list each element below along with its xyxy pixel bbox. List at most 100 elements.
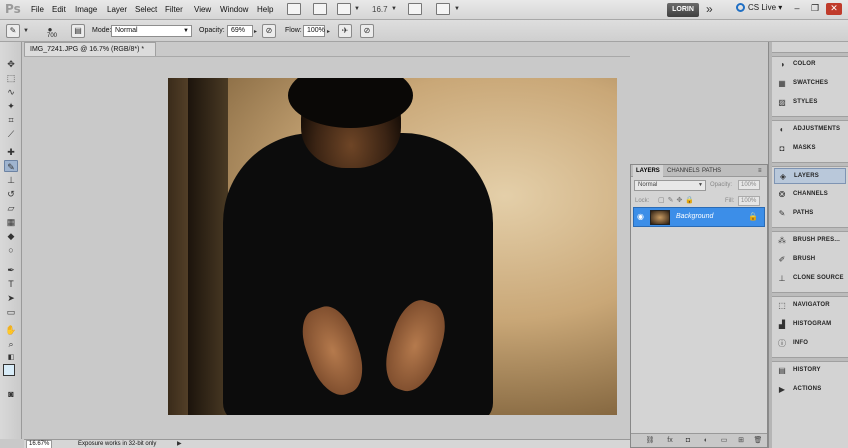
restore-icon[interactable]: ❐ [807,3,823,15]
flow-field[interactable]: 100% [303,25,325,37]
chevron-down-icon[interactable]: ▼ [454,6,460,12]
new-layer-icon[interactable]: ⊞ [736,436,746,446]
dock-item-layers[interactable]: ◈ LAYERS [774,168,846,184]
document-tab[interactable]: IMG_7241.JPG @ 16.7% (RGB/8*) * [24,42,156,56]
blur-tool-icon[interactable]: ◆ [4,230,18,242]
tablet-pressure-size-icon[interactable]: ⊘ [360,24,374,38]
dock-group-grip[interactable] [772,292,848,297]
cs-live-button[interactable]: CS Live ▾ [736,3,782,12]
add-mask-icon[interactable]: ◘ [683,436,693,446]
lasso-tool-icon[interactable]: ∿ [4,86,18,98]
eye-icon[interactable]: ◉ [637,213,647,221]
menu-image[interactable]: Image [75,5,97,14]
default-colors-icon[interactable]: ◧ [4,352,18,364]
adjustment-layer-icon[interactable]: ◐ [701,436,711,446]
crop-tool-icon[interactable]: ⌗ [4,114,18,126]
dock-group-grip[interactable] [772,227,848,232]
new-group-icon[interactable]: ▭ [719,436,729,446]
airbrush-icon[interactable]: ✈ [338,24,352,38]
menu-file[interactable]: File [31,5,44,14]
type-tool-icon[interactable]: T [4,278,18,290]
dock-item-masks[interactable]: ◘ MASKS [774,141,846,157]
dock-item-history[interactable]: ▤ HISTORY [774,363,846,379]
close-icon[interactable]: ✕ [826,3,842,15]
eyedropper-tool-icon[interactable]: ⟋ [4,128,18,140]
menu-help[interactable]: Help [257,5,273,14]
menu-edit[interactable]: Edit [52,5,66,14]
chevron-down-icon[interactable]: ▸ [327,28,330,35]
chevron-down-icon[interactable]: ▸ [254,28,257,35]
opacity-field[interactable]: 69% [227,25,253,37]
arrange-documents-icon[interactable] [436,3,450,15]
pen-tool-icon[interactable]: ✒ [4,264,18,276]
spot-healing-tool-icon[interactable]: ✚ [4,146,18,158]
trash-icon[interactable]: 🗑 [753,436,763,446]
path-selection-tool-icon[interactable]: ➤ [4,292,18,304]
layer-name[interactable]: Background [676,213,713,220]
fast-forward-icon[interactable]: » [706,2,713,16]
layer-opacity-field[interactable]: 100% [738,180,760,190]
dock-item-brush-presets[interactable]: ⁂ BRUSH PRES... [774,233,846,249]
menu-select[interactable]: Select [135,5,157,14]
clone-stamp-tool-icon[interactable]: ⊥ [4,174,18,186]
dock-item-color[interactable]: ◑ COLOR [774,57,846,73]
view-extras-icon[interactable] [337,3,351,15]
chevron-down-icon[interactable]: ▼ [23,28,29,34]
dock-item-channels[interactable]: ❂ CHANNELS [774,187,846,203]
marquee-tool-icon[interactable]: ⬚ [4,72,18,84]
menu-view[interactable]: View [194,5,211,14]
dock-item-actions[interactable]: ▶ ACTIONS [774,382,846,398]
status-menu-icon[interactable]: ▶ [177,440,182,447]
zoom-level[interactable]: 16.7 [372,5,388,14]
history-brush-tool-icon[interactable]: ↺ [4,188,18,200]
hand-tool-icon[interactable]: ✋ [4,324,18,336]
dock-item-styles[interactable]: ▨ STYLES [774,95,846,111]
gradient-tool-icon[interactable]: ▦ [4,216,18,228]
mini-bridge-icon[interactable] [313,3,327,15]
tab-channels[interactable]: CHANNELS [664,165,703,177]
eraser-tool-icon[interactable]: ▱ [4,202,18,214]
dock-item-clone-source[interactable]: ⊥ CLONE SOURCE [774,271,846,287]
blend-mode-select[interactable]: Normal ▼ [634,180,706,191]
layer-style-icon[interactable]: fx [665,436,675,446]
panel-menu-icon[interactable]: ≡ [755,165,765,177]
canvas-image[interactable] [168,78,617,415]
brush-tool-icon[interactable]: ✎ [4,160,18,172]
menu-layer[interactable]: Layer [107,5,127,14]
workspace-button[interactable]: LORIN [667,3,699,17]
hand-tool-icon[interactable] [408,3,422,15]
shape-tool-icon[interactable]: ▭ [4,306,18,318]
chevron-down-icon[interactable]: ▼ [354,6,360,12]
quick-selection-tool-icon[interactable]: ✦ [4,100,18,112]
dock-item-histogram[interactable]: ▟ HISTOGRAM [774,317,846,333]
tab-layers[interactable]: LAYERS [633,165,663,177]
minimize-icon[interactable]: – [789,3,805,15]
brush-panel-icon[interactable]: ▤ [71,24,85,38]
dock-group-grip[interactable] [772,116,848,121]
chevron-down-icon[interactable]: ▼ [391,6,397,12]
dock-item-swatches[interactable]: ▦ SWATCHES [774,76,846,92]
quick-mask-icon[interactable]: ◙ [4,388,18,400]
layer-row[interactable]: ◉ Background 🔒 [633,207,765,227]
mode-select[interactable]: Normal ▼ [111,25,192,37]
brush-tool-preset-icon[interactable]: ✎ [6,24,20,38]
dodge-tool-icon[interactable]: ○ [4,244,18,256]
foreground-color-swatch[interactable] [3,364,15,376]
dock-item-navigator[interactable]: ⬚ NAVIGATOR [774,298,846,314]
dock-item-paths[interactable]: ✎ PATHS [774,206,846,222]
dock-item-brush[interactable]: ✐ BRUSH [774,252,846,268]
bridge-icon[interactable] [287,3,301,15]
menu-window[interactable]: Window [220,5,248,14]
menu-filter[interactable]: Filter [165,5,183,14]
dock-item-info[interactable]: ⓘ INFO [774,336,846,352]
dock-item-adjustments[interactable]: ◐ ADJUSTMENTS [774,122,846,138]
zoom-tool-icon[interactable]: ⌕ [4,338,18,350]
tablet-pressure-opacity-icon[interactable]: ⊘ [262,24,276,38]
link-layers-icon[interactable]: ⛓ [645,436,655,446]
dock-group-grip[interactable] [772,357,848,362]
status-zoom-field[interactable]: 16.67% [26,440,52,448]
fill-field[interactable]: 100% [738,196,760,206]
tab-paths[interactable]: PATHS [699,165,724,177]
dock-group-grip[interactable] [772,162,848,167]
lock-options-icon[interactable]: ▢✎✥🔒 [658,196,697,204]
